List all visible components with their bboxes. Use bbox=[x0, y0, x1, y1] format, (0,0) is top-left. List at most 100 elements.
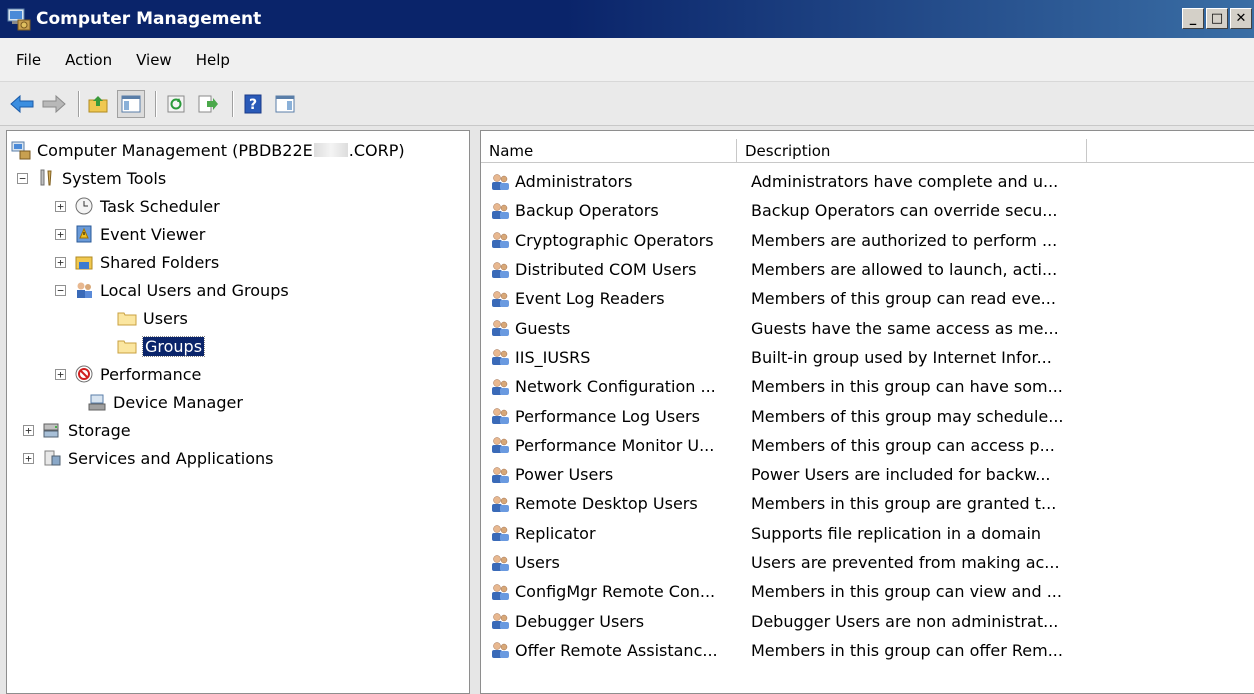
group-icon bbox=[489, 318, 511, 338]
group-icon bbox=[489, 406, 511, 426]
title-bar[interactable]: Computer Management _ □ ✕ bbox=[0, 0, 1254, 38]
tree-item-groups[interactable]: Groups bbox=[117, 333, 206, 359]
column-header-empty bbox=[1087, 139, 1254, 163]
list-item-name-cell: Network Configuration ... bbox=[481, 377, 741, 397]
folder-icon bbox=[117, 340, 137, 354]
list-item-description: Members in this group can view and ... bbox=[751, 582, 1062, 602]
list-item[interactable]: Power Users Power Users are included for … bbox=[481, 460, 1254, 489]
list-item[interactable]: Replicator Supports file replication in a… bbox=[481, 519, 1254, 548]
tree-item-storage[interactable]: + Storage bbox=[23, 417, 131, 443]
show-hide-action-pane-icon[interactable] bbox=[271, 90, 299, 118]
groups-list-pane: Name Description Administrators Administr… bbox=[480, 130, 1254, 694]
tree-label: Storage bbox=[68, 420, 131, 440]
list-item-name-cell: Users bbox=[481, 553, 741, 573]
menu-view[interactable]: View bbox=[124, 51, 184, 69]
tree-item-event-viewer[interactable]: + Event Viewer bbox=[55, 221, 205, 247]
tree-item-computer-management[interactable]: Computer Management (PBDB22E .CORP) bbox=[11, 137, 405, 163]
export-list-icon[interactable] bbox=[194, 90, 222, 118]
list-item[interactable]: Guests Guests have the same access as me.… bbox=[481, 313, 1254, 342]
help-icon[interactable]: ? bbox=[239, 90, 267, 118]
expand-toggle[interactable]: + bbox=[23, 452, 34, 464]
list-item-description: Guests have the same access as me... bbox=[751, 318, 1059, 338]
list-item-description: Built-in group used by Internet Infor... bbox=[751, 347, 1052, 367]
maximize-button[interactable]: □ bbox=[1206, 8, 1228, 29]
list-item[interactable]: Network Configuration ... Members in this… bbox=[481, 372, 1254, 401]
collapse-toggle[interactable]: − bbox=[55, 284, 66, 296]
group-icon bbox=[489, 230, 511, 250]
refresh-icon[interactable] bbox=[162, 90, 190, 118]
list-item[interactable]: Offer Remote Assistanc... Members in this… bbox=[481, 636, 1254, 665]
group-icon bbox=[489, 582, 511, 602]
group-icon bbox=[489, 611, 511, 631]
list-item-description: Supports file replication in a domain bbox=[751, 523, 1042, 543]
group-icon bbox=[489, 435, 511, 455]
toolbar-separator bbox=[155, 90, 156, 117]
list-item[interactable]: Administrators Administrators have comple… bbox=[481, 167, 1254, 196]
back-arrow-icon[interactable] bbox=[8, 90, 36, 118]
tree-item-task-scheduler[interactable]: + Task Scheduler bbox=[55, 193, 220, 219]
close-button[interactable]: ✕ bbox=[1230, 8, 1252, 29]
list-item[interactable]: ConfigMgr Remote Con... Members in this g… bbox=[481, 577, 1254, 606]
minimize-button[interactable]: _ bbox=[1182, 8, 1204, 29]
tree-label: Event Viewer bbox=[100, 224, 206, 244]
list-item[interactable]: Users Users are prevented from making ac.… bbox=[481, 548, 1254, 577]
tree-item-device-manager[interactable]: Device Manager bbox=[87, 389, 243, 415]
list-item[interactable]: Performance Monitor U... Members of this … bbox=[481, 431, 1254, 460]
group-icon bbox=[489, 172, 511, 192]
list-item-description: Users are prevented from making ac... bbox=[751, 553, 1060, 572]
list-item[interactable]: Debugger Users Debugger Users are non adm… bbox=[481, 606, 1254, 635]
system-tools-icon bbox=[40, 169, 52, 186]
list-item[interactable]: Distributed COM Users Members are allowed… bbox=[481, 255, 1254, 284]
storage-icon bbox=[43, 423, 59, 438]
menu-file[interactable]: File bbox=[0, 51, 53, 69]
tree-item-shared-folders[interactable]: + Shared Folders bbox=[55, 249, 219, 275]
collapse-toggle[interactable]: − bbox=[17, 172, 28, 184]
svg-text:?: ? bbox=[249, 97, 257, 113]
tree-item-local-users-groups[interactable]: − Local Users and Groups bbox=[55, 277, 289, 303]
list-item[interactable]: Remote Desktop Users Members in this grou… bbox=[481, 489, 1254, 518]
expand-toggle[interactable]: + bbox=[55, 368, 66, 380]
group-icon bbox=[489, 494, 511, 514]
group-icon bbox=[489, 523, 511, 543]
tree-label-suffix: .CORP) bbox=[348, 140, 405, 160]
list-item-description: Members of this group may schedule... bbox=[751, 406, 1064, 426]
tree-item-system-tools[interactable]: − System Tools bbox=[17, 165, 166, 191]
tree-label-selected: Groups bbox=[141, 335, 206, 357]
list-item-name-cell: Event Log Readers bbox=[481, 289, 741, 309]
list-item[interactable]: Event Log Readers Members of this group c… bbox=[481, 284, 1254, 313]
group-icon bbox=[489, 347, 511, 367]
list-item[interactable]: Cryptographic Operators Members are autho… bbox=[481, 226, 1254, 255]
tree-label-prefix: Computer Management (PBDB22E bbox=[37, 140, 313, 160]
column-header-name[interactable]: Name bbox=[481, 139, 737, 163]
list-item-name-cell: Power Users bbox=[481, 465, 741, 485]
menu-action[interactable]: Action bbox=[53, 51, 124, 69]
list-item-name-cell: Performance Log Users bbox=[481, 406, 741, 426]
list-item-description: Power Users are included for backw... bbox=[751, 465, 1051, 485]
column-header-description[interactable]: Description bbox=[737, 139, 1087, 163]
up-folder-icon[interactable] bbox=[85, 90, 113, 118]
tree-item-users[interactable]: Users bbox=[117, 305, 188, 331]
tree-item-services-applications[interactable]: + Services and Applications bbox=[23, 445, 273, 471]
tree-label: Users bbox=[143, 308, 188, 328]
menu-help[interactable]: Help bbox=[184, 51, 242, 69]
list-item-name: Network Configuration ... bbox=[515, 377, 716, 397]
computer-management-icon bbox=[6, 6, 32, 32]
expand-toggle[interactable]: + bbox=[55, 256, 66, 268]
forward-arrow-icon[interactable] bbox=[40, 90, 68, 118]
computer-management-icon bbox=[11, 141, 31, 160]
list-item-name-cell: Administrators bbox=[481, 172, 741, 192]
list-header: Name Description bbox=[481, 139, 1254, 163]
tree-item-performance[interactable]: + Performance bbox=[55, 361, 201, 387]
expand-toggle[interactable]: + bbox=[55, 228, 66, 240]
expand-toggle[interactable]: + bbox=[23, 424, 34, 436]
expand-toggle[interactable]: + bbox=[55, 200, 66, 212]
list-item-name-cell: Replicator bbox=[481, 523, 741, 543]
list-item-description: Members are allowed to launch, acti... bbox=[751, 260, 1058, 280]
tree-label: Services and Applications bbox=[68, 448, 274, 468]
list-item[interactable]: IIS_IUSRS Built-in group used by Internet… bbox=[481, 343, 1254, 372]
show-hide-console-tree-icon[interactable] bbox=[117, 89, 145, 118]
list-item-name: ConfigMgr Remote Con... bbox=[515, 582, 716, 602]
list-item[interactable]: Performance Log Users Members of this gro… bbox=[481, 401, 1254, 430]
list-item[interactable]: Backup Operators Backup Operators can ove… bbox=[481, 196, 1254, 225]
tree-label: Performance bbox=[100, 364, 202, 384]
